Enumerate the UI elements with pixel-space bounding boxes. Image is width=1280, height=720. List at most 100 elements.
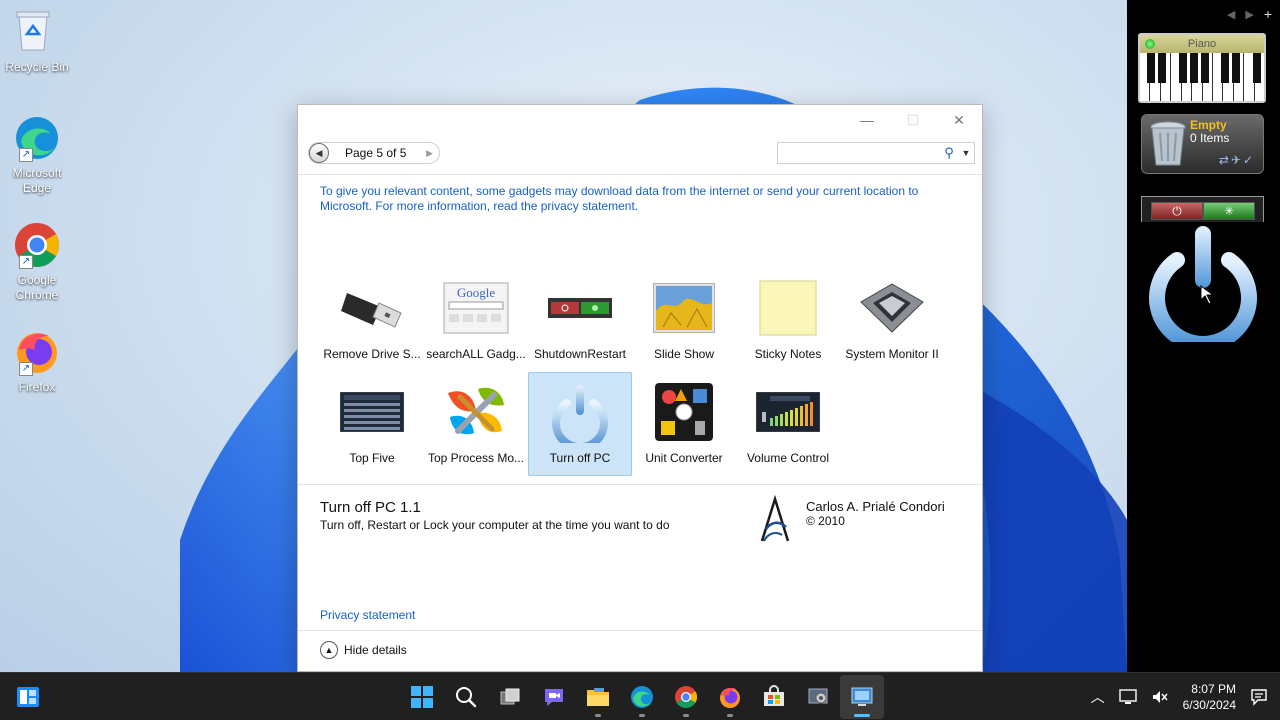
mouse-cursor-icon [1200,285,1215,305]
slideshow-icon [649,273,719,343]
trash-can-icon [1150,121,1186,166]
restart-mode-button[interactable]: ✳ [1203,202,1255,220]
chat-icon [545,689,563,706]
notification-icon[interactable] [1250,688,1268,706]
widgets-icon[interactable] [16,685,40,709]
volume-muted-icon[interactable] [1151,689,1169,705]
chrome-icon [675,686,697,708]
task-view-button[interactable] [488,675,532,719]
big-power-icon[interactable] [1143,220,1263,342]
recycle-actions-icon[interactable]: ⇄✈✓ [1219,153,1255,167]
gadgets-window: — ☐ ✕ ◀ Page 5 of 5 ▶ ⚲ ▼ To give you re… [297,104,983,672]
gadget-tile[interactable]: Top Five [320,372,424,476]
store-icon [764,685,784,706]
gadget-name: Top Process Mo... [427,451,525,465]
chevron-up-icon[interactable]: ︿ [1091,687,1105,707]
gadget-tile[interactable]: System Monitor II [840,268,944,372]
gadget-tile[interactable]: ShutdownRestart [528,268,632,372]
edge-taskbar-button[interactable] [620,675,664,719]
gadget-details-description: Turn off, Restart or Lock your computer … [320,518,670,532]
desktop-icon-firefox[interactable]: ↗ Firefox [2,328,72,395]
gadget-details-title: Turn off PC 1.1 [320,499,421,516]
privacy-statement-link[interactable]: Privacy statement [320,608,415,622]
chevron-down-icon[interactable]: ▼ [958,148,974,158]
store-button[interactable] [752,675,796,719]
google-search-icon: Google [441,273,511,343]
hide-details-toggle[interactable]: ▲ Hide details [320,641,407,659]
gadget-tile[interactable]: Top Process Mo... [424,372,528,476]
previous-page-button[interactable]: ◀ [309,143,329,163]
minimize-button[interactable]: — [844,105,890,135]
sidebar-prev-button[interactable]: ◀ [1227,8,1235,21]
gadget-search-input[interactable] [778,143,940,163]
page-indicator: Page 5 of 5 [345,146,407,160]
sidebar-add-button[interactable]: + [1264,7,1272,21]
gadget-tile[interactable]: Sticky Notes [736,268,840,372]
firefox-icon: ↗ [13,328,61,376]
desktop-icon-recycle-bin[interactable]: Recycle Bin [2,8,72,75]
turn-off-pc-gadget[interactable]: ⏻ ✳ [1141,196,1264,344]
piano-gadget[interactable]: Piano [1138,33,1266,103]
next-page-button: ▶ [426,147,433,158]
gadget-name: Remove Drive S... [323,347,421,361]
unit-converter-icon [649,377,719,447]
chrome-icon: ↗ [13,221,61,269]
task-view-icon [500,688,520,705]
usb-drive-icon [337,273,407,343]
desktop-icon-label: Microsoft Edge [12,166,62,195]
gadgets-app-button[interactable] [840,675,884,719]
file-explorer-button[interactable] [576,675,620,719]
gadget-name: Sticky Notes [754,347,822,361]
svg-text:Google: Google [457,285,496,300]
gadget-name: Turn off PC [549,451,611,465]
piano-title: Piano [1187,38,1217,50]
gadget-copyright: © 2010 [806,514,845,528]
shutdown-mode-button[interactable]: ⏻ [1151,202,1203,220]
gadget-author: Carlos A. Prialé Condori [806,499,945,514]
privacy-info-text[interactable]: To give you relevant content, some gadge… [320,184,940,214]
cpu-chip-icon [857,273,927,343]
taskbar: ︿ 8:07 PM 6/30/2024 [0,672,1280,720]
sidebar-nav: ◀ ▶ + [1227,7,1272,21]
taskbar-clock[interactable]: 8:07 PM 6/30/2024 [1183,681,1236,713]
desktop-icon-label: Firefox [18,380,56,394]
gadget-name: Top Five [349,451,395,465]
gadget-sidebar: ◀ ▶ + Piano Empty 0 Items ⇄✈✓ ⏻ ✳ [1127,0,1280,672]
file-explorer-icon [587,688,609,706]
gadget-tile[interactable]: Google searchALL Gadg... [424,268,528,372]
gadget-tile[interactable]: Unit Converter [632,372,736,476]
gadgets-app-icon [851,687,873,706]
piano-keys[interactable] [1140,53,1264,101]
gadget-tile-selected[interactable]: Turn off PC [528,372,632,476]
chrome-taskbar-button[interactable] [664,675,708,719]
system-tray: ︿ 8:07 PM 6/30/2024 [1091,673,1280,720]
display-icon[interactable] [1118,689,1137,705]
gadget-tile[interactable]: Remove Drive S... [320,268,424,372]
gadget-name: searchALL Gadg... [426,347,526,361]
maximize-button: ☐ [906,111,920,128]
chat-button[interactable] [532,675,576,719]
desktop-icon-label: Google Chrome [15,273,59,302]
gadget-tile[interactable]: Slide Show [632,268,736,372]
recycle-bin-gadget[interactable]: Empty 0 Items ⇄✈✓ [1141,114,1264,174]
window-controls: — ☐ ✕ [844,105,982,135]
edge-icon: ↗ [13,114,61,162]
start-button[interactable] [400,675,444,719]
gadget-name: Volume Control [746,451,830,465]
firefox-taskbar-button[interactable] [708,675,752,719]
edge-icon [631,686,653,708]
desktop-icon-edge[interactable]: ↗ Microsoft Edge [2,114,72,196]
gadget-tile[interactable]: Volume Control [736,372,840,476]
close-button[interactable]: ✕ [936,105,982,135]
sidebar-next-button[interactable]: ▶ [1245,8,1253,21]
recycle-bin-icon [13,8,61,56]
gadget-name: System Monitor II [845,347,939,361]
taskbar-search-button[interactable] [444,675,488,719]
desktop-icon-chrome[interactable]: ↗ Google Chrome [2,221,72,303]
settings-app-icon [808,688,828,704]
settings-app-button[interactable] [796,675,840,719]
desktop-icon-label: Recycle Bin [5,60,69,74]
search-icon[interactable]: ⚲ [940,145,958,161]
recycle-status: Empty [1190,118,1227,132]
gadget-name: Unit Converter [645,451,723,465]
